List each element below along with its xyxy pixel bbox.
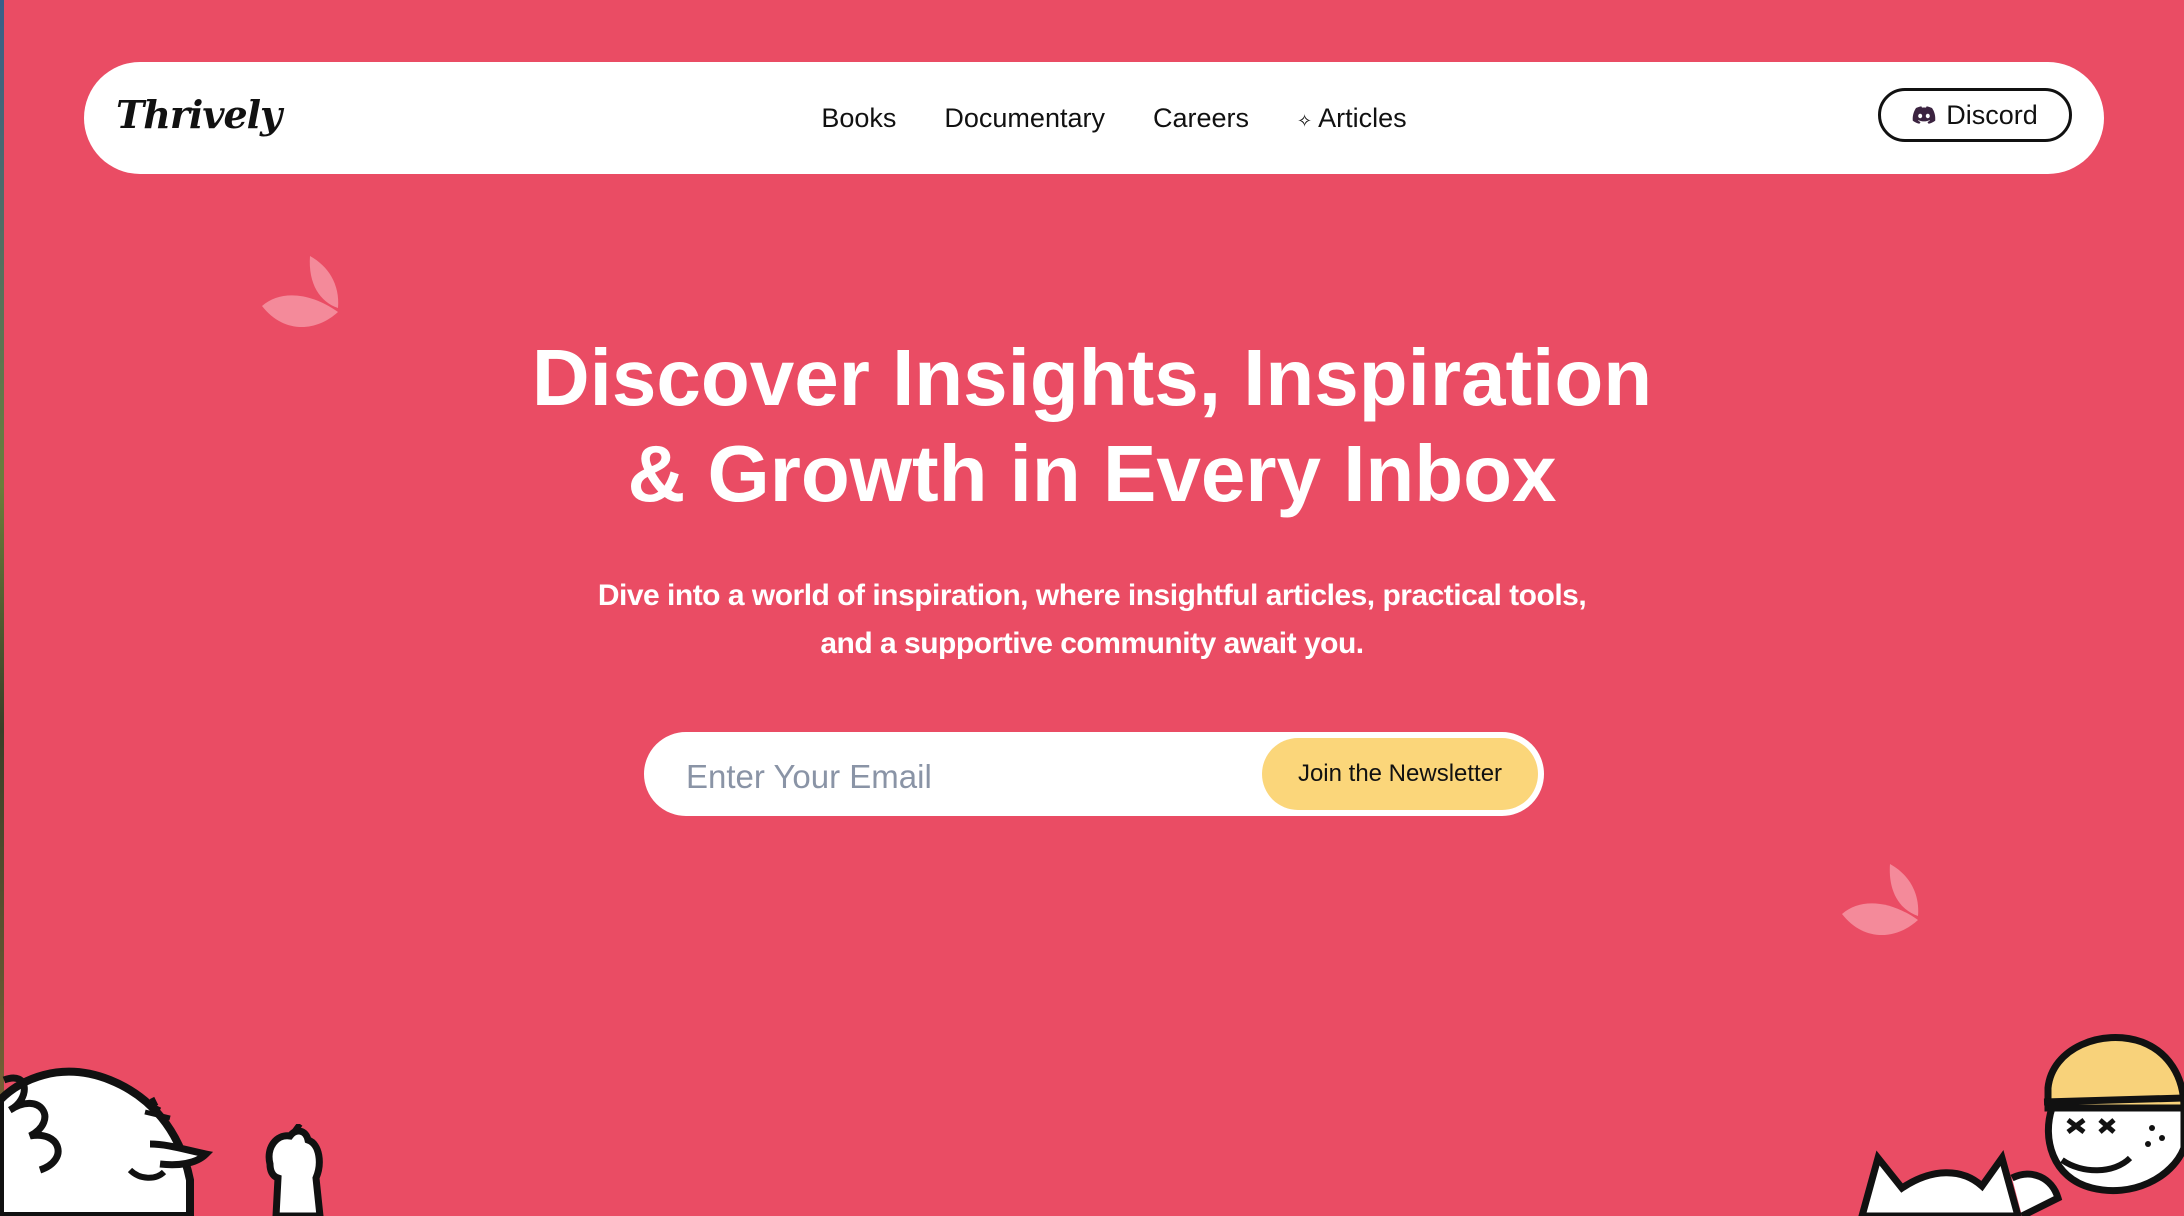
email-input[interactable] bbox=[684, 750, 1248, 804]
hero-title: Discover Insights, Inspiration & Growth … bbox=[0, 330, 2184, 522]
hero-subtitle: Dive into a world of inspiration, where … bbox=[0, 572, 2184, 668]
hero-title-line-1: Discover Insights, Inspiration bbox=[531, 333, 1653, 422]
sparkle-icon: ✧ bbox=[1297, 110, 1313, 131]
hero-subtitle-line-2: and a supportive community await you. bbox=[820, 627, 1364, 660]
newsletter-form: Join the Newsletter bbox=[644, 732, 1544, 816]
nav-link-articles-label: Articles bbox=[1318, 102, 1407, 133]
discord-button-label: Discord bbox=[1946, 99, 2038, 130]
nav-link-careers[interactable]: Careers bbox=[1153, 103, 1249, 134]
plant-illustration-left bbox=[265, 1124, 324, 1216]
character-illustration-left bbox=[0, 1067, 214, 1216]
nav-link-documentary[interactable]: Documentary bbox=[944, 103, 1105, 134]
navbar: Thrively Books Documentary Careers ✧ Arti… bbox=[84, 62, 2104, 174]
hero-subtitle-line-1: Dive into a world of inspiration, where … bbox=[597, 579, 1587, 612]
nav-link-articles[interactable]: ✧ Articles bbox=[1297, 103, 1407, 134]
discord-button[interactable]: Discord bbox=[1878, 88, 2072, 142]
nav-link-books[interactable]: Books bbox=[821, 103, 896, 134]
nav-links: Books Documentary Careers ✧ Articles bbox=[84, 62, 2104, 174]
character-illustration-right bbox=[1858, 1034, 2184, 1216]
leaf-decoration-top-left bbox=[262, 256, 339, 328]
join-newsletter-button[interactable]: Join the Newsletter bbox=[1262, 738, 1538, 810]
discord-icon bbox=[1912, 106, 1936, 124]
hero-title-line-2: & Growth in Every Inbox bbox=[627, 429, 1557, 518]
leaf-decoration-right bbox=[1842, 864, 1919, 936]
